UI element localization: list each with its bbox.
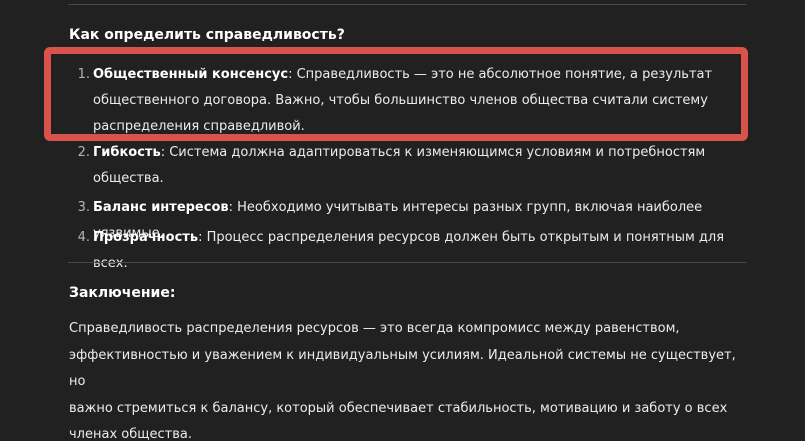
section-heading-conclusion: Заключение: [69, 285, 176, 301]
list-item-line: общественного договора. Важно, чтобы бол… [93, 93, 708, 108]
paragraph-line: членах общества. [69, 427, 192, 441]
section-divider [68, 262, 746, 263]
list-item-number: 4. [77, 230, 90, 245]
list-item-title: Общественный консенсус [93, 67, 289, 82]
conclusion-paragraph: Справедливость распределения ресурсов — … [69, 316, 749, 441]
paragraph-line: Справедливость распределения ресурсов — … [69, 321, 680, 336]
paragraph-line: важно стремиться к балансу, который обес… [69, 400, 728, 416]
list-item-line: : Система должна адаптироваться к изменя… [160, 145, 706, 160]
list-item-number: 1. [77, 67, 90, 82]
list-item-line: общества. [93, 171, 164, 186]
top-divider [68, 4, 746, 5]
paragraph-line: эффективностью и уважением к индивидуаль… [69, 347, 736, 390]
list-item-number: 3. [77, 200, 90, 215]
list-item-line: : Справедливость — это не абсолютное пон… [288, 67, 713, 82]
list-item-text: Прозрачность: Процесс распределения ресу… [93, 225, 753, 277]
list-item-title: Гибкость [93, 145, 161, 160]
section-heading-how-to-define: Как определить справедливость? [69, 27, 345, 43]
list-item-line: распределения справедливой. [93, 119, 305, 134]
list-item-title: Прозрачность [93, 230, 199, 245]
list-item-number: 2. [77, 145, 90, 160]
list-item-text: Гибкость: Система должна адаптироваться … [93, 140, 753, 192]
list-item-title: Баланс интересов [93, 200, 229, 215]
list-item-text: Общественный консенсус: Справедливость —… [93, 62, 753, 140]
